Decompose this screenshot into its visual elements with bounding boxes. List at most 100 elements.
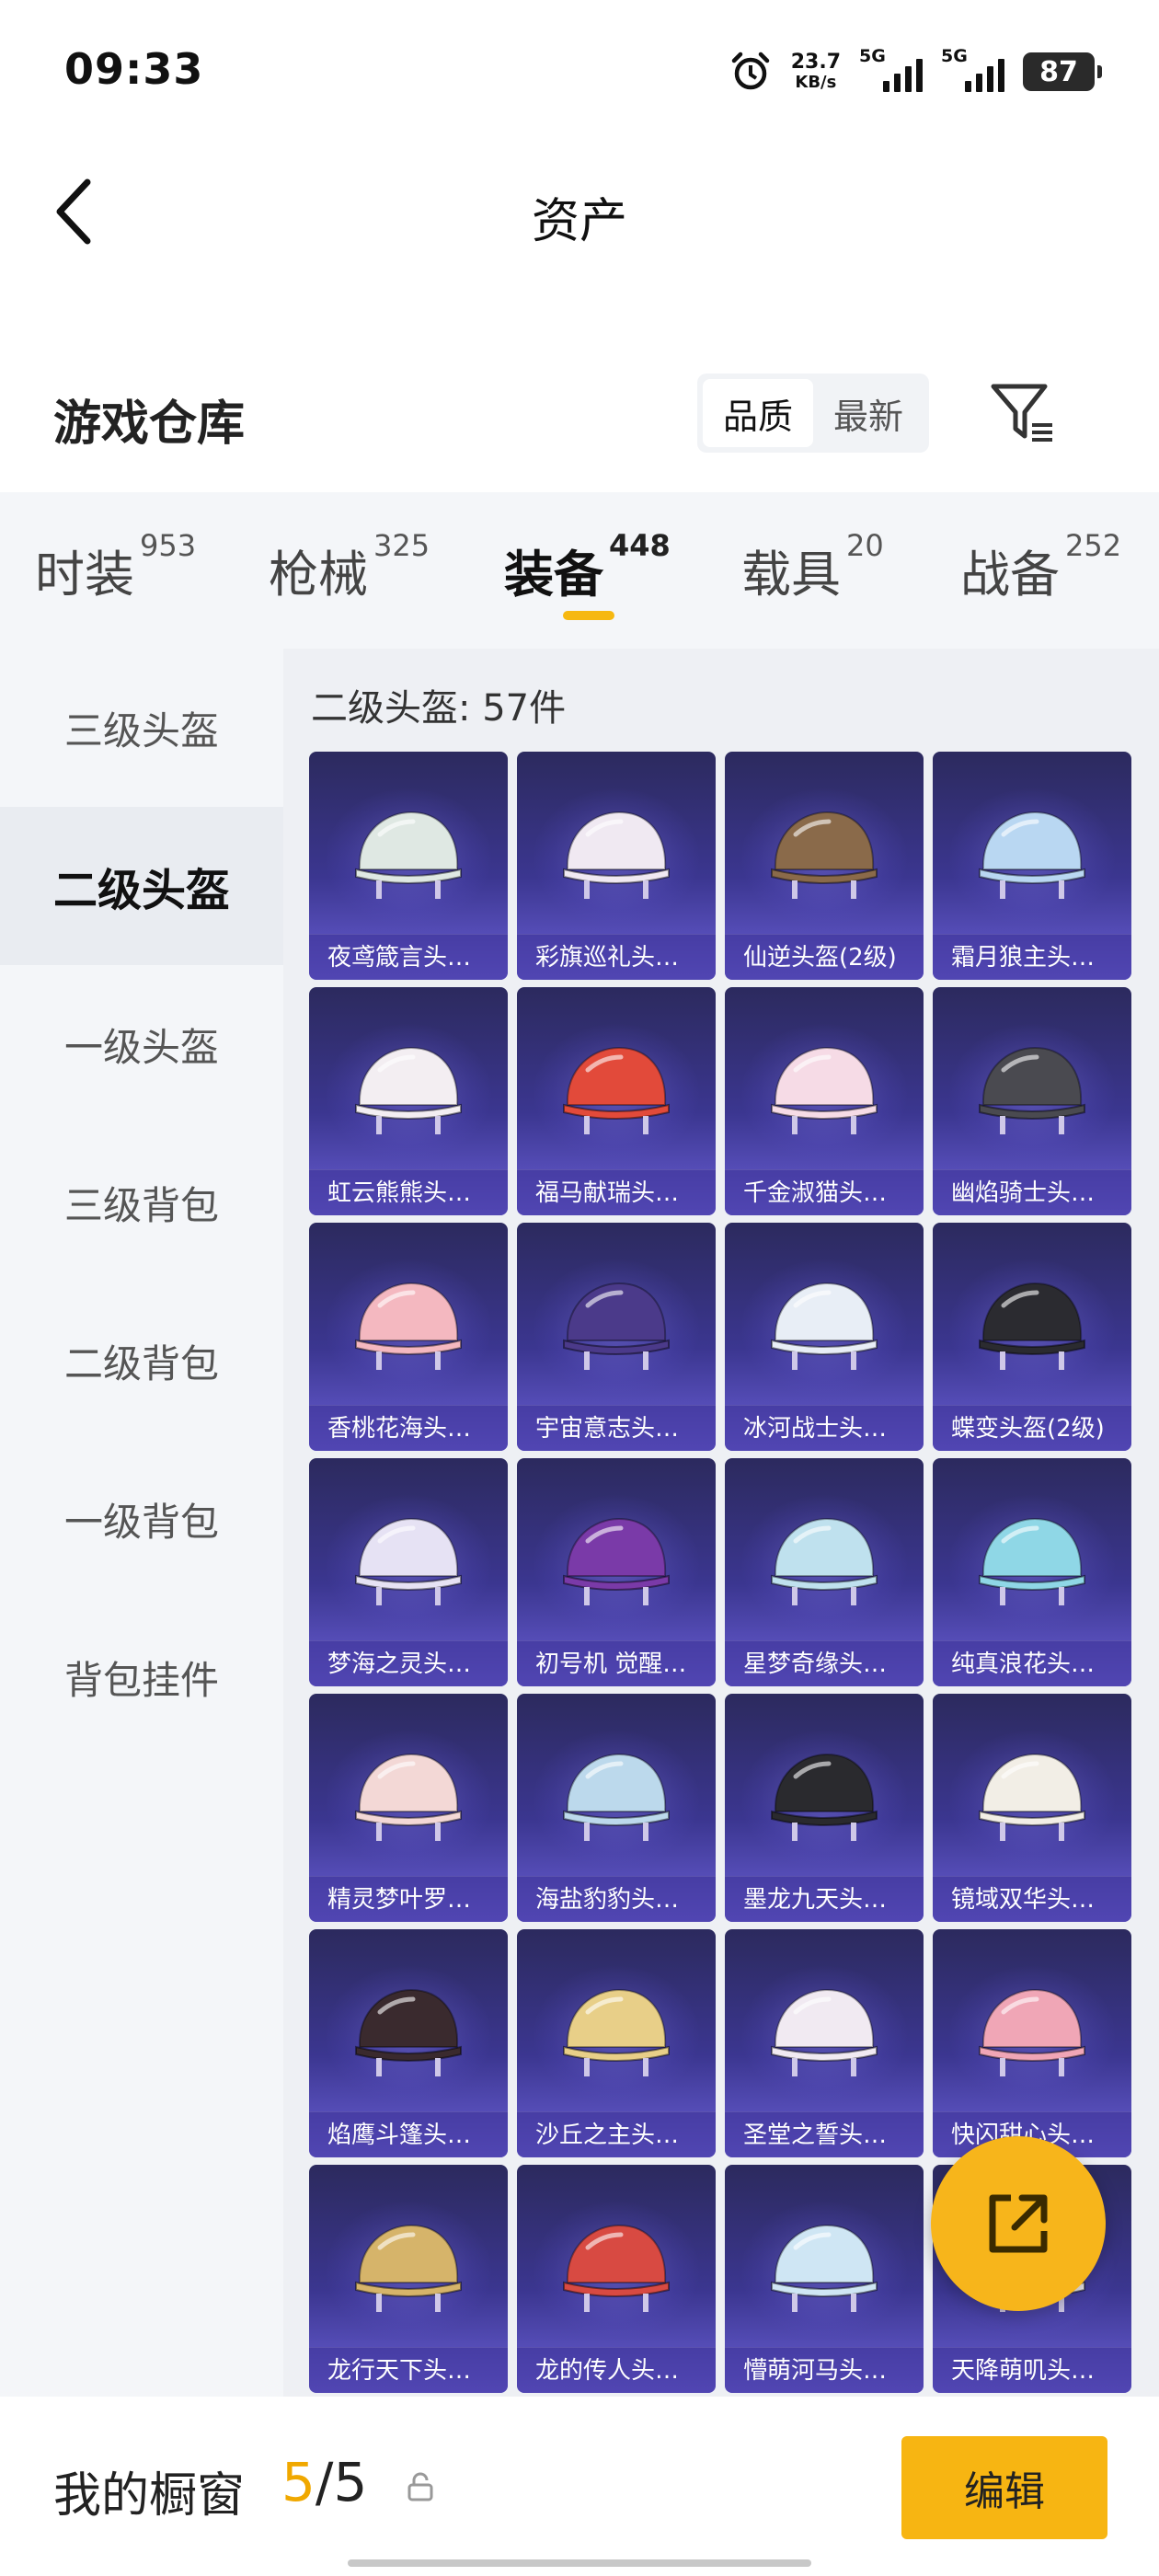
net-speed-unit: KB/s: [795, 73, 837, 92]
item-card[interactable]: 香桃花海头…: [309, 1223, 508, 1451]
item-card[interactable]: 福马献瑞头…: [517, 987, 716, 1215]
item-name: 彩旗巡礼头…: [517, 934, 716, 980]
share-button[interactable]: [931, 2136, 1106, 2311]
item-card[interactable]: 霜月狼主头…: [933, 752, 1131, 980]
item-card[interactable]: 星梦奇缘头…: [725, 1458, 924, 1686]
item-card[interactable]: 宇宙意志头…: [517, 1223, 716, 1451]
sidebar-item-level3-helmet[interactable]: 三级头盔: [0, 649, 283, 807]
item-name: 虹云熊熊头…: [309, 1169, 508, 1215]
sort-toggle: 品质 最新: [697, 374, 929, 453]
sort-option-quality[interactable]: 品质: [703, 379, 813, 447]
item-name: 海盐豹豹头…: [517, 1876, 716, 1922]
helmet-icon: [355, 1282, 462, 1370]
item-card[interactable]: 圣堂之誓头…: [725, 1929, 924, 2157]
showcase-count: 5/5: [281, 2451, 367, 2513]
item-name: 香桃花海头…: [309, 1405, 508, 1451]
alarm-icon: [731, 52, 769, 90]
sidebar-item-level1-helmet[interactable]: 一级头盔: [0, 965, 283, 1123]
tab-equipment[interactable]: 装备 448: [504, 528, 671, 606]
item-card[interactable]: 幽焰骑士头…: [933, 987, 1131, 1215]
tab-label: 装备: [504, 546, 603, 604]
item-card[interactable]: 精灵梦叶罗…: [309, 1694, 508, 1922]
active-tab-indicator: [563, 611, 614, 620]
item-card[interactable]: 千金淑猫头…: [725, 987, 924, 1215]
helmet-icon: [563, 1046, 670, 1134]
helmet-icon: [355, 1753, 462, 1841]
tab-combat-supplies[interactable]: 战备 252: [960, 528, 1121, 606]
page-title: 资产: [531, 194, 627, 249]
status-time: 09:33: [64, 44, 204, 94]
helmet-icon: [771, 1046, 878, 1134]
item-name: 夜鸢箴言头…: [309, 934, 508, 980]
sidebar-item-level3-backpack[interactable]: 三级背包: [0, 1123, 283, 1282]
item-card[interactable]: 快闪甜心头…: [933, 1929, 1131, 2157]
sim1-label: 5G: [859, 46, 886, 66]
item-name: 纯真浪花头…: [933, 1640, 1131, 1686]
sidebar-item-level2-helmet[interactable]: 二级头盔: [0, 807, 283, 965]
item-card[interactable]: 彩旗巡礼头…: [517, 752, 716, 980]
filter-icon: [991, 384, 1052, 442]
item-name: 焰鹰斗篷头…: [309, 2111, 508, 2157]
showcase-current: 5: [281, 2451, 316, 2513]
item-card[interactable]: 初号机 觉醒…: [517, 1458, 716, 1686]
item-card[interactable]: 焰鹰斗篷头…: [309, 1929, 508, 2157]
showcase-separator: /: [315, 2451, 334, 2513]
tab-vehicles[interactable]: 载具 20: [741, 528, 884, 606]
helmet-icon: [355, 811, 462, 899]
item-name: 精灵梦叶罗…: [309, 1876, 508, 1922]
sidebar-item-level1-backpack[interactable]: 一级背包: [0, 1440, 283, 1598]
item-card[interactable]: 镜域双华头…: [933, 1694, 1131, 1922]
item-name: 仙逆头盔(2级): [725, 934, 924, 980]
item-card[interactable]: 夜鸢箴言头…: [309, 752, 508, 980]
helmet-icon: [563, 1753, 670, 1841]
tab-count: 20: [846, 528, 884, 563]
signal-sim1-icon: 5G: [859, 46, 923, 92]
helmet-icon: [771, 2224, 878, 2312]
tab-fashion[interactable]: 时装 953: [35, 528, 196, 606]
item-card[interactable]: 海盐豹豹头…: [517, 1694, 716, 1922]
item-card[interactable]: 梦海之灵头…: [309, 1458, 508, 1686]
tab-label: 战备: [960, 546, 1060, 604]
tab-label: 枪械: [269, 546, 368, 604]
item-card[interactable]: 虹云熊熊头…: [309, 987, 508, 1215]
home-indicator[interactable]: [348, 2559, 811, 2567]
item-card[interactable]: 懵萌河马头…: [725, 2165, 924, 2393]
helmet-icon: [355, 1988, 462, 2076]
helmet-icon: [771, 1988, 878, 2076]
sidebar-item-backpack-charm[interactable]: 背包挂件: [0, 1598, 283, 1756]
item-card[interactable]: 冰河战士头…: [725, 1223, 924, 1451]
sidebar-item-level2-backpack[interactable]: 二级背包: [0, 1282, 283, 1440]
item-panel: 二级头盔: 57件 夜鸢箴言头… 彩旗巡礼头… 仙逆头盔(2级) 霜月狼主头… 虹云熊熊…: [283, 649, 1159, 2397]
item-card[interactable]: 仙逆头盔(2级): [725, 752, 924, 980]
helmet-icon: [979, 1988, 1085, 2076]
tab-guns[interactable]: 枪械 325: [269, 528, 430, 606]
item-count-label: 二级头盔: 57件: [311, 687, 567, 730]
sort-option-latest[interactable]: 最新: [813, 379, 924, 447]
helmet-icon: [979, 1753, 1085, 1841]
item-card[interactable]: 蝶变头盔(2级): [933, 1223, 1131, 1451]
helmet-icon: [979, 1517, 1085, 1605]
edit-button[interactable]: 编辑: [901, 2436, 1107, 2539]
battery-level: 87: [1039, 55, 1078, 88]
tab-count: 448: [609, 528, 671, 563]
helmet-icon: [979, 1282, 1085, 1370]
item-card[interactable]: 龙行天下头…: [309, 2165, 508, 2393]
item-name: 懵萌河马头…: [725, 2347, 924, 2393]
item-name: 龙的传人头…: [517, 2347, 716, 2393]
battery-icon: 87: [1023, 52, 1102, 91]
item-card[interactable]: 墨龙九天头…: [725, 1694, 924, 1922]
helmet-icon: [563, 1988, 670, 2076]
item-card[interactable]: 沙丘之主头…: [517, 1929, 716, 2157]
item-name: 天降萌叽头…: [933, 2347, 1131, 2393]
section-title: 游戏仓库: [53, 397, 246, 452]
helmet-icon: [563, 2224, 670, 2312]
item-name: 星梦奇缘头…: [725, 1640, 924, 1686]
item-card[interactable]: 纯真浪花头…: [933, 1458, 1131, 1686]
tab-label: 载具: [741, 546, 841, 604]
filter-button[interactable]: [988, 379, 1056, 447]
helmet-icon: [771, 1282, 878, 1370]
lock-icon: [407, 2472, 433, 2501]
item-name: 幽焰骑士头…: [933, 1169, 1131, 1215]
item-card[interactable]: 龙的传人头…: [517, 2165, 716, 2393]
item-name: 初号机 觉醒…: [517, 1640, 716, 1686]
